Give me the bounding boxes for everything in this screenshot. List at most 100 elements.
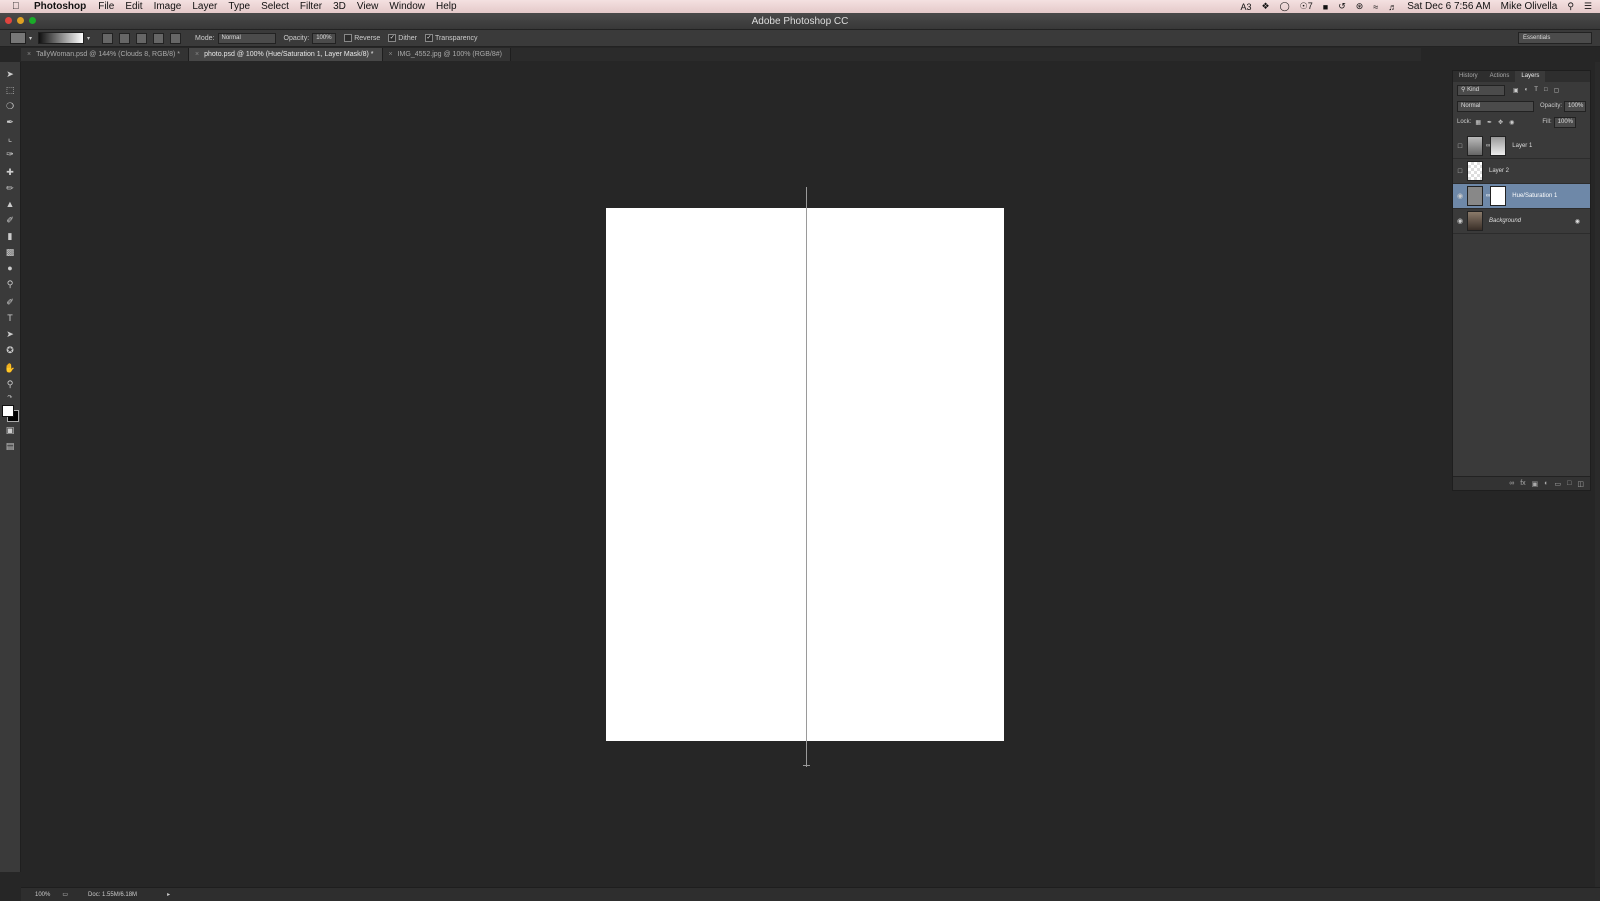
zoom-tool-icon[interactable]: ⚲ — [3, 378, 17, 390]
type-tool-icon[interactable]: T — [3, 312, 17, 324]
shape-filter-icon[interactable]: □ — [1544, 87, 1548, 93]
tab-history[interactable]: History — [1453, 71, 1484, 82]
menu-type[interactable]: Type — [228, 1, 250, 12]
close-tab-icon[interactable]: × — [389, 51, 393, 58]
pixel-filter-icon[interactable]: ▣ — [1513, 87, 1519, 94]
document-canvas[interactable] — [606, 208, 1004, 741]
menu-filter[interactable]: Filter — [300, 1, 322, 12]
menu-file[interactable]: File — [98, 1, 114, 12]
layer-filter-kind-select[interactable]: ⚲ Kind — [1457, 84, 1505, 96]
marquee-tool-icon[interactable]: ⬚ — [3, 84, 17, 96]
move-tool-icon[interactable]: ➤ — [3, 68, 17, 80]
new-group-icon[interactable]: ▭ — [1555, 480, 1562, 488]
close-window-icon[interactable] — [5, 17, 12, 24]
new-layer-icon[interactable]: □ — [1567, 480, 1571, 487]
time-machine-icon[interactable]: ↺ — [1338, 1, 1346, 12]
eraser-tool-icon[interactable]: ▮ — [3, 230, 17, 242]
app-name-menu[interactable]: Photoshop — [34, 1, 86, 12]
new-adjustment-layer-icon[interactable]: ◐ — [1544, 480, 1548, 487]
tab-photo[interactable]: × photo.psd @ 100% (Hue/Saturation 1, Lay… — [189, 48, 383, 61]
app-square-icon[interactable]: ■ — [1323, 2, 1328, 12]
smart-object-filter-icon[interactable]: ▢ — [1554, 87, 1560, 94]
lock-transparent-icon[interactable]: ▦ — [1475, 119, 1481, 126]
gradient-tool-icon[interactable]: ▩ — [3, 246, 17, 258]
opacity-input[interactable]: 100% — [312, 32, 337, 44]
menu-window[interactable]: Window — [389, 1, 425, 12]
gradient-dropdown-icon[interactable]: ▾ — [87, 35, 90, 42]
clone-stamp-tool-icon[interactable]: ▲ — [3, 198, 17, 210]
notification-center-icon[interactable]: ☰ — [1584, 1, 1592, 12]
screen-mode-icon[interactable]: ▤ — [3, 440, 17, 452]
adobe-icon[interactable]: A3 — [1240, 2, 1251, 12]
reverse-checkbox[interactable] — [344, 34, 353, 42]
swap-colors-icon[interactable]: ↷ — [3, 392, 17, 404]
tab-tallywoman[interactable]: × TallyWoman.psd @ 144% (Clouds 8, RGB/8)… — [21, 48, 190, 61]
quick-selection-tool-icon[interactable]: ✒ — [3, 116, 17, 128]
layer-opacity-input[interactable]: 100% — [1564, 100, 1586, 112]
apple-icon[interactable]:  — [12, 1, 26, 12]
angle-gradient-button[interactable] — [136, 32, 148, 44]
workspace-switcher[interactable]: Essentials — [1518, 32, 1592, 44]
mode-select[interactable]: Normal — [217, 32, 276, 44]
bluetooth-icon[interactable]: ⊛ — [1356, 1, 1364, 12]
lock-pixels-icon[interactable]: ✒ — [1487, 119, 1492, 126]
menu-view[interactable]: View — [357, 1, 379, 12]
adjustment-filter-icon[interactable]: ◐ — [1525, 87, 1529, 93]
add-mask-icon[interactable]: ▣ — [1532, 480, 1539, 488]
status-menu-arrow-icon[interactable]: ▸ — [167, 891, 170, 898]
diamond-gradient-button[interactable] — [170, 32, 182, 44]
share-icon[interactable]: ▭ — [62, 891, 68, 898]
healing-brush-tool-icon[interactable]: ✚ — [3, 166, 17, 178]
visibility-off-icon[interactable]: □ — [1453, 143, 1467, 150]
layer-mask-thumbnail[interactable] — [1490, 186, 1507, 206]
layer-row-layer-1[interactable]: □ ∞ Layer 1 — [1453, 134, 1590, 159]
lasso-tool-icon[interactable]: ❍ — [3, 100, 17, 112]
link-layers-icon[interactable]: ∞ — [1509, 480, 1514, 487]
type-filter-icon[interactable]: T — [1534, 87, 1538, 93]
user-name[interactable]: Mike Olivella — [1501, 1, 1558, 12]
tab-actions[interactable]: Actions — [1484, 71, 1516, 82]
menu-help[interactable]: Help — [436, 1, 457, 12]
eye-icon[interactable]: ◉ — [1453, 192, 1467, 200]
tool-preset-dropdown-icon[interactable]: ▾ — [29, 35, 32, 42]
zoom-window-icon[interactable] — [29, 17, 36, 24]
transparency-checkbox[interactable]: ✓ — [424, 34, 433, 42]
menu-edit[interactable]: Edit — [125, 1, 142, 12]
spotlight-search-icon[interactable]: ⚲ — [1567, 1, 1574, 12]
hand-tool-icon[interactable]: ✋ — [3, 362, 17, 374]
dodge-tool-icon[interactable]: ⚲ — [3, 278, 17, 290]
history-brush-tool-icon[interactable]: ✐ — [3, 214, 17, 226]
eyedropper-tool-icon[interactable]: ✑ — [3, 148, 17, 160]
foreground-color-swatch[interactable] — [2, 405, 14, 417]
zoom-level[interactable]: 100% — [35, 892, 50, 898]
tab-img-4552[interactable]: × IMG_4552.jpg @ 100% (RGB/8#) — [382, 48, 511, 61]
menu-image[interactable]: Image — [154, 1, 182, 12]
lock-position-icon[interactable]: ✥ — [1498, 119, 1503, 126]
notification-icon[interactable]: ☉7 — [1300, 1, 1313, 12]
crop-tool-icon[interactable]: ⌞ — [3, 132, 17, 144]
vertical-guide[interactable] — [806, 187, 807, 767]
layer-row-layer-2[interactable]: □ Layer 2 — [1453, 159, 1590, 184]
layer-style-icon[interactable]: fx — [1520, 480, 1525, 487]
path-selection-tool-icon[interactable]: ➤ — [3, 328, 17, 340]
close-tab-icon[interactable]: × — [27, 51, 31, 58]
shape-tool-icon[interactable]: ✪ — [3, 344, 17, 356]
minimize-window-icon[interactable] — [17, 17, 24, 24]
fill-input[interactable]: 100% — [1553, 116, 1576, 128]
evernote-icon[interactable]: ◯ — [1280, 1, 1290, 12]
tool-preset-icon[interactable] — [10, 32, 26, 44]
visibility-off-icon[interactable]: □ — [1453, 168, 1467, 175]
menu-3d[interactable]: 3D — [333, 1, 346, 12]
dropbox-icon[interactable]: ❖ — [1262, 1, 1270, 12]
menu-select[interactable]: Select — [261, 1, 289, 12]
eye-icon[interactable]: ◉ — [1453, 217, 1467, 225]
quick-mask-icon[interactable]: ▣ — [3, 424, 17, 436]
gradient-swatch[interactable] — [38, 32, 85, 44]
tab-layers[interactable]: Layers — [1515, 71, 1546, 82]
radial-gradient-button[interactable] — [119, 32, 131, 44]
clock[interactable]: Sat Dec 6 7:56 AM — [1407, 1, 1490, 12]
doc-size-info[interactable]: Doc: 1.55M/6.18M — [88, 892, 137, 898]
pen-tool-icon[interactable]: ✐ — [3, 296, 17, 308]
dither-checkbox[interactable]: ✓ — [388, 34, 397, 42]
lock-all-icon[interactable]: ◉ — [1509, 119, 1514, 126]
